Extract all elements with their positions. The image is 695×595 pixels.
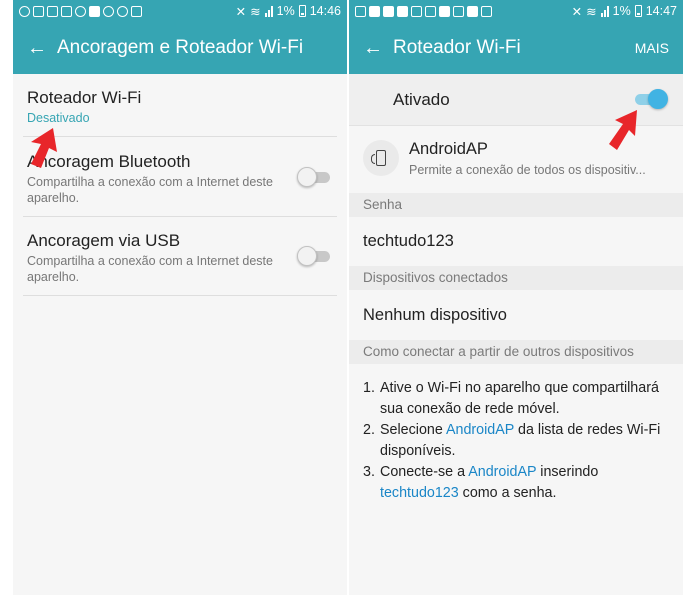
divider [23,136,337,137]
red-arrow-annotation [609,110,637,150]
message-icon [355,5,366,17]
bluetooth-tethering-switch[interactable] [297,167,333,187]
instagram-icon [75,5,86,17]
instructions-list: 1. Ative o Wi-Fi no aparelho que compart… [363,378,673,504]
screen-tethering: ✕ ≋ 1% 14:46 ← Ancoragem e Roteador Wi-F… [13,0,347,595]
instagram-icon [103,5,114,17]
flipboard-icon [467,5,478,17]
network-name-link: AndroidAP [468,464,537,480]
setting-wifi-hotspot[interactable]: Roteador Wi-Fi Desativado [13,88,347,126]
screen-wifi-hotspot: ✕ ≋ 1% 14:47 ← Roteador Wi-Fi MAIS Ativa… [349,0,683,595]
wifi-icon: ≋ [586,4,597,19]
connected-devices-value: Nenhum dispositivo [363,306,507,324]
mute-icon: ✕ [571,4,583,19]
instagram-icon [117,5,128,17]
battery-icon [634,5,642,17]
gallery-icon [131,5,142,17]
system-status: ✕ ≋ 1% 14:47 [572,4,677,19]
setting-status: Desativado [27,111,90,125]
flipboard-icon [397,5,408,17]
messenger-icon [19,5,30,17]
flipboard-icon [369,5,380,17]
divider [23,295,337,296]
back-arrow-icon[interactable]: ← [363,38,393,58]
network-description: Permite a conexão de todos os dispositiv… [409,163,646,177]
hotspot-switch[interactable] [632,89,668,109]
flipboard-icon [439,5,450,17]
battery-icon [298,5,306,17]
battery-percent: 1% [612,4,631,18]
switch-knob [297,246,317,266]
system-status: ✕ ≋ 1% 14:46 [236,4,341,19]
gallery-icon [47,5,58,17]
gallery-icon [453,5,464,17]
instruction-step: 1. Ative o Wi-Fi no aparelho que compart… [363,380,659,417]
app-bar: ← Ancoragem e Roteador Wi-Fi [13,22,347,74]
status-bar: ✕ ≋ 1% 14:47 [349,0,683,22]
page-title: Roteador Wi-Fi [393,37,521,58]
wifi-icon: ≋ [250,4,261,19]
setting-title: Roteador Wi-Fi [27,88,142,107]
network-name-link: AndroidAP [445,422,515,438]
message-icon [33,5,44,17]
phone-hotspot-icon [363,140,399,176]
flipboard-icon [89,5,100,17]
gallery-icon [481,5,492,17]
notification-icons [19,5,142,17]
clock: 14:47 [645,4,677,18]
setting-description: Compartilha a conexão com a Internet des… [27,254,273,284]
switch-knob [648,89,668,109]
instruction-step: 3. Conecte-se a AndroidAP inserindo tech… [363,464,599,501]
section-header-password: Senha [349,193,683,217]
instruction-step: 2. Selecione AndroidAP da lista de redes… [363,422,661,459]
gallery-icon [411,5,422,17]
divider [23,216,337,217]
section-header-how-to-connect: Como conectar a partir de outros disposi… [349,340,683,364]
setting-description: Compartilha a conexão com a Internet des… [27,175,273,205]
mute-icon: ✕ [235,4,247,19]
setting-title: Ancoragem via USB [27,231,181,250]
password-link: techtudo123 [380,485,459,501]
clock: 14:46 [309,4,341,18]
red-arrow-annotation [31,128,57,168]
back-arrow-icon[interactable]: ← [27,38,57,58]
app-bar: ← Roteador Wi-Fi MAIS [349,22,683,74]
password-value[interactable]: techtudo123 [363,232,454,251]
setting-title: Ancoragem Bluetooth [27,152,191,171]
gallery-icon [425,5,436,17]
mail-icon [61,5,72,17]
signal-icon [600,5,609,17]
battery-percent: 1% [276,4,295,18]
notification-icons [355,5,492,17]
usb-tethering-switch[interactable] [297,246,333,266]
switch-knob [297,167,317,187]
toggle-label: Ativado [393,90,450,109]
status-bar: ✕ ≋ 1% 14:46 [13,0,347,22]
page-title: Ancoragem e Roteador Wi-Fi [57,37,304,58]
signal-icon [264,5,273,17]
section-header-connected-devices: Dispositivos conectados [349,266,683,290]
more-button[interactable]: MAIS [635,40,669,56]
flipboard-icon [383,5,394,17]
